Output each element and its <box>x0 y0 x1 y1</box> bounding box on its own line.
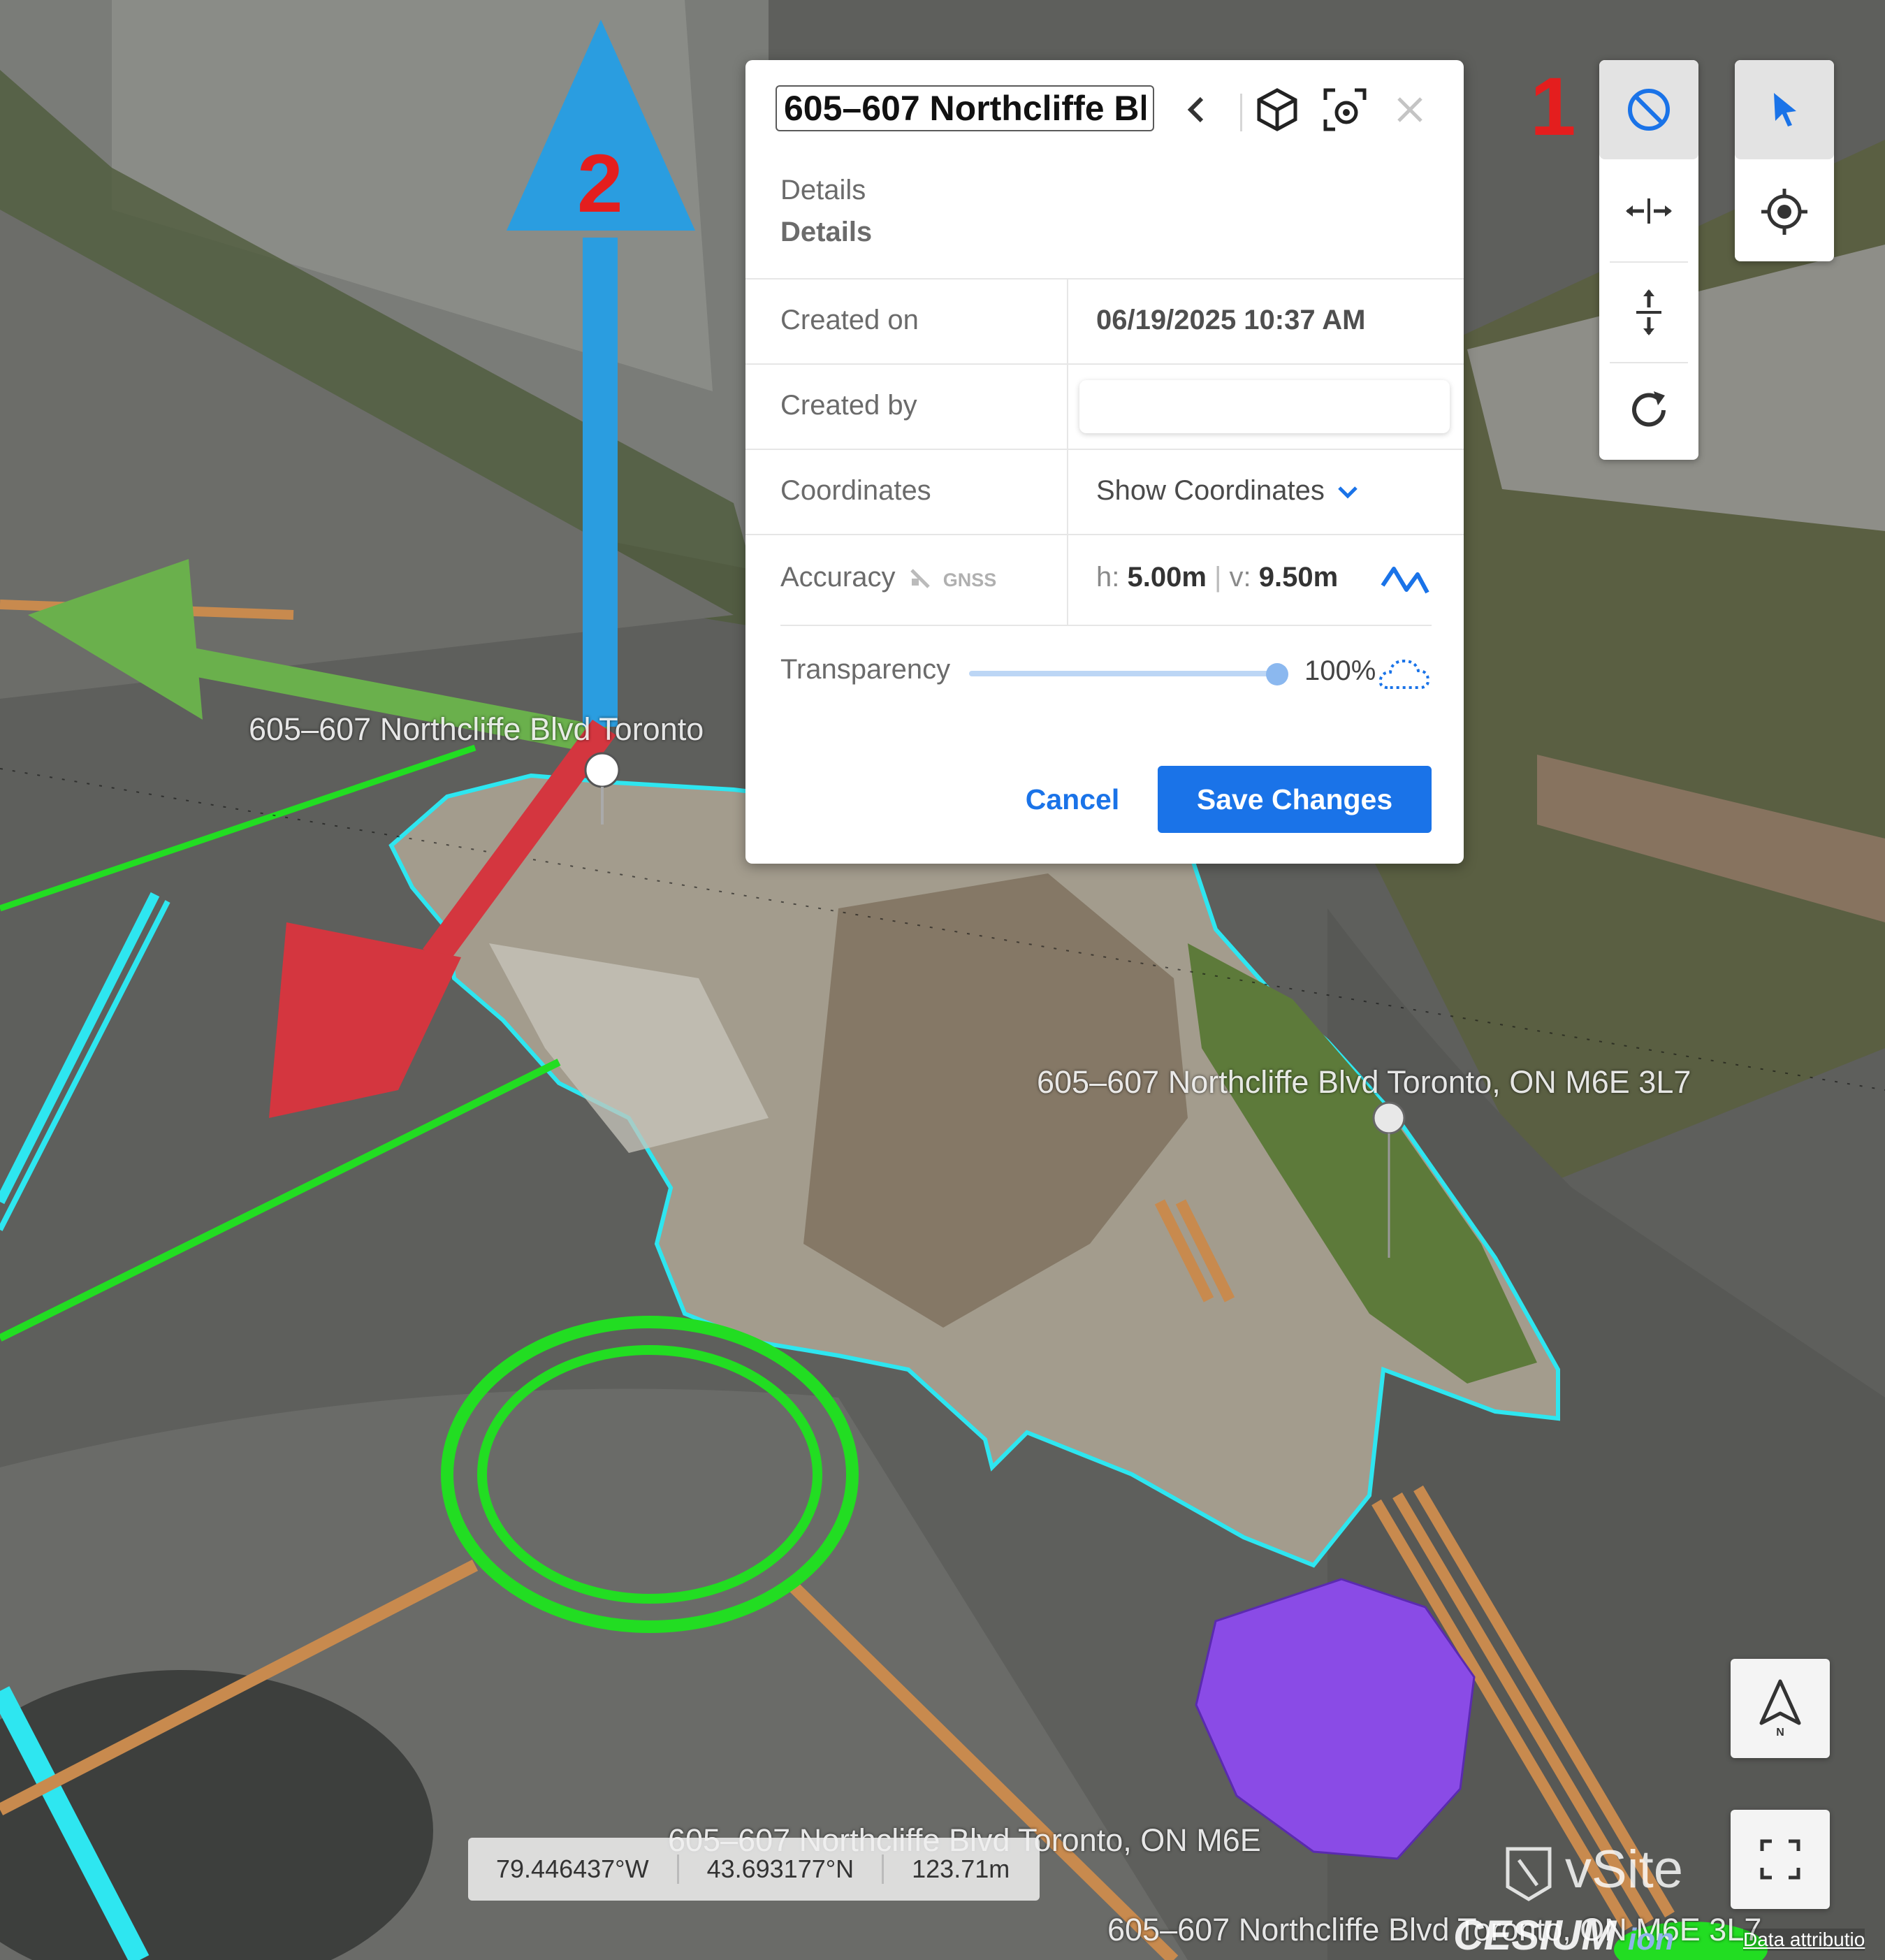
row-created-by: Created by <box>745 363 1464 450</box>
svg-text:N: N <box>1776 1727 1784 1738</box>
close-icon <box>1397 97 1422 122</box>
transparency-slider-handle[interactable] <box>1266 663 1288 685</box>
row-coordinates: Coordinates Show Coordinates <box>745 449 1464 535</box>
move-vertical-icon <box>1636 289 1661 335</box>
data-attribution-link[interactable]: Data attributio <box>1743 1929 1865 1951</box>
altitude-readout: 123.71m <box>912 1854 1010 1883</box>
cursor-coordinates-bar: 79.446437°W 43.693177°N 123.71m <box>468 1838 1040 1901</box>
constraint-toolbar <box>1599 60 1698 460</box>
fullscreen-button[interactable] <box>1731 1810 1830 1909</box>
vsite-logo-icon <box>1506 1847 1552 1901</box>
vsite-brand: vSite <box>1565 1840 1683 1899</box>
details-panel: Details Details Created on 06/19/2025 10… <box>745 60 1464 864</box>
coordinates-label: Coordinates <box>780 475 931 506</box>
locate-button[interactable] <box>1735 162 1834 261</box>
transparency-value: 100% <box>1304 655 1376 686</box>
header-divider <box>1240 94 1242 131</box>
compass-north-icon: N <box>1759 1679 1801 1738</box>
move-vertical-button[interactable] <box>1599 263 1698 362</box>
select-button[interactable] <box>1735 60 1834 159</box>
show-coordinates-link[interactable]: Show Coordinates <box>1096 475 1359 507</box>
move-horizontal-icon <box>1626 198 1672 224</box>
rotate-button[interactable] <box>1599 361 1698 460</box>
annotation-1: 1 <box>1530 61 1576 153</box>
cloud-icon[interactable] <box>1378 655 1431 695</box>
longitude-readout: 79.446437°W <box>468 1854 679 1884</box>
ban-icon <box>1628 89 1670 131</box>
transparency-slider[interactable] <box>969 671 1276 676</box>
no-constraint-button[interactable] <box>1599 60 1698 159</box>
transparency-label: Transparency <box>780 654 951 685</box>
divider-accuracy <box>780 625 1432 626</box>
close-button[interactable] <box>1387 87 1433 133</box>
title-input[interactable] <box>776 85 1154 131</box>
created-by-field[interactable] <box>1079 380 1450 433</box>
satellite-icon <box>910 569 930 589</box>
show-coordinates-text: Show Coordinates <box>1096 475 1325 506</box>
target-frame-icon <box>1323 88 1367 131</box>
cesium-logo[interactable]: CESIUM ion <box>1453 1911 1674 1959</box>
save-changes-button[interactable]: Save Changes <box>1158 766 1432 833</box>
map-label-1: 605–607 Northcliffe Blvd Toronto <box>249 711 704 747</box>
accuracy-v-value: 9.50m <box>1258 562 1339 593</box>
row-created-on: Created on 06/19/2025 10:37 AM <box>745 278 1464 365</box>
accuracy-label: Accuracy <box>780 562 896 593</box>
created-on-value: 06/19/2025 10:37 AM <box>1096 305 1366 335</box>
map-label-2: 605–607 Northcliffe Blvd Toronto, ON M6E… <box>1037 1064 1691 1100</box>
back-button[interactable] <box>1173 87 1219 133</box>
fullscreen-icon <box>1760 1839 1800 1880</box>
rotate-icon <box>1632 391 1666 427</box>
created-by-label: Created by <box>780 390 917 421</box>
cesium-ion-suffix: ion <box>1628 1922 1675 1957</box>
chevron-down-icon <box>1338 486 1358 499</box>
accuracy-h-value: 5.00m <box>1127 562 1207 593</box>
accuracy-v-label: v: <box>1229 562 1251 593</box>
row-accuracy: Accuracy GNSS h: 5.00m | v: 9.50m <box>745 534 1464 626</box>
section-sublabel: Details <box>780 217 873 247</box>
cancel-button[interactable]: Cancel <box>1010 766 1135 833</box>
locate-icon <box>1761 189 1807 235</box>
chevron-left-icon <box>1187 96 1204 123</box>
latitude-readout: 43.693177°N <box>679 1854 885 1884</box>
accuracy-source: GNSS <box>942 569 997 590</box>
accuracy-values: h: 5.00m | v: 9.50m <box>1096 562 1339 593</box>
selection-toolbar <box>1735 60 1834 261</box>
cursor-arrow-icon <box>1774 93 1796 126</box>
cesium-wordmark: CESIUM <box>1453 1912 1617 1959</box>
move-horizontal-button[interactable] <box>1599 161 1698 261</box>
annotation-2: 2 <box>577 138 623 230</box>
model-button[interactable] <box>1254 87 1300 133</box>
accuracy-label-group: Accuracy GNSS <box>780 562 996 593</box>
focus-button[interactable] <box>1322 87 1368 133</box>
accuracy-chart-icon[interactable] <box>1380 559 1432 601</box>
compass-button[interactable]: N <box>1731 1659 1830 1758</box>
section-label: Details <box>780 175 866 205</box>
created-on-label: Created on <box>780 305 919 335</box>
accuracy-h-label: h: <box>1096 562 1120 593</box>
cube-icon <box>1257 88 1297 131</box>
